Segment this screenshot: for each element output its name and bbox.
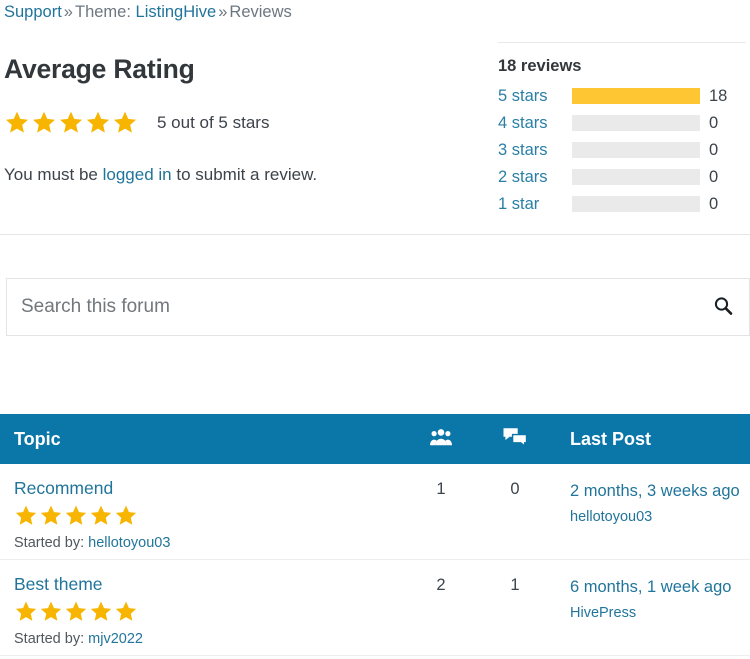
breadcrumb-separator-1: » — [63, 3, 73, 21]
table-body: Recommend Started by: hellotoyou03 1 0 2 mon… — [0, 464, 750, 656]
rating-bar-track — [572, 142, 700, 158]
login-notice: You must be logged in to submit a review… — [4, 162, 317, 187]
rating-bar-row: 5 stars 18 — [498, 85, 746, 107]
breadcrumb: Support» Theme: ListingHive» Reviews — [4, 0, 292, 24]
table-header-row: Topic Last Post — [0, 414, 750, 464]
rating-bar-count: 18 — [709, 87, 728, 105]
replies-count: 0 — [510, 480, 520, 498]
column-header-topic[interactable]: Topic — [0, 429, 404, 450]
topic-cell: Recommend Started by: hellotoyou03 — [0, 476, 404, 559]
star-icon — [90, 505, 112, 525]
rating-bar-count: 0 — [709, 114, 719, 132]
table-row: Best theme Started by: mjv2022 2 1 6 months,… — [0, 560, 750, 656]
last-post-time-link[interactable]: 2 months, 3 weeks ago — [570, 480, 750, 502]
topic-cell: Best theme Started by: mjv2022 — [0, 572, 404, 655]
star-icon — [5, 111, 29, 133]
breadcrumb-link-theme[interactable]: Theme: ListingHive — [75, 3, 216, 21]
comments-icon — [503, 427, 528, 452]
reviews-count-title: 18 reviews — [498, 57, 582, 75]
breadcrumb-link-support[interactable]: Support — [4, 3, 62, 21]
rating-bar-label-5[interactable]: 5 stars — [498, 85, 572, 107]
column-header-replies[interactable] — [478, 427, 552, 452]
breadcrumb-current: Reviews — [229, 3, 292, 21]
star-icon — [15, 601, 37, 621]
users-icon — [430, 428, 452, 451]
average-star-rating — [4, 110, 138, 135]
star-icon — [86, 111, 110, 133]
rating-bar-label-1[interactable]: 1 star — [498, 193, 572, 215]
topic-table: Topic Last Post Recommend Started by: he… — [0, 414, 750, 656]
table-row: Recommend Started by: hellotoyou03 1 0 2 mon… — [0, 464, 750, 560]
last-post-cell: 6 months, 1 week ago HivePress — [552, 572, 750, 655]
forum-search-box[interactable] — [6, 278, 750, 336]
rating-bar-fill — [572, 88, 700, 104]
voices-count: 2 — [436, 576, 446, 594]
voices-count: 1 — [436, 480, 446, 498]
page-title: Average Rating — [4, 54, 195, 84]
logged-in-link[interactable]: logged in — [103, 165, 172, 184]
column-header-last-post[interactable]: Last Post — [552, 429, 750, 450]
star-icon — [115, 601, 137, 621]
last-post-cell: 2 months, 3 weeks ago hellotoyou03 — [552, 476, 750, 559]
column-header-voices[interactable] — [404, 428, 478, 451]
star-icon — [59, 111, 83, 133]
search-input[interactable] — [7, 279, 705, 335]
star-icon — [32, 111, 56, 133]
topic-title-link[interactable]: Best theme — [14, 572, 404, 596]
rating-bar-row: 3 stars 0 — [498, 139, 746, 161]
topic-title-link[interactable]: Recommend — [14, 476, 404, 500]
last-post-author-link[interactable]: HivePress — [570, 603, 750, 623]
started-by-user-link[interactable]: hellotoyou03 — [88, 535, 170, 551]
started-by: Started by: mjv2022 — [14, 631, 143, 647]
breadcrumb-separator-2: » — [218, 3, 228, 21]
rating-bar-row: 2 stars 0 — [498, 166, 746, 188]
rating-bar-row: 4 stars 0 — [498, 112, 746, 134]
rating-bar-count: 0 — [709, 141, 719, 159]
rating-breakdown: 18 reviews 5 stars 18 4 stars 0 3 stars 0 2 st… — [498, 42, 746, 220]
last-post-author-link[interactable]: hellotoyou03 — [570, 507, 750, 527]
average-rating-text: 5 out of 5 stars — [157, 113, 270, 132]
search-submit-button[interactable] — [705, 279, 749, 335]
rating-bar-track — [572, 196, 700, 212]
star-icon — [65, 505, 87, 525]
started-by: Started by: hellotoyou03 — [14, 535, 171, 551]
last-post-time-link[interactable]: 6 months, 1 week ago — [570, 576, 750, 598]
star-icon — [40, 601, 62, 621]
average-rating-row: 5 out of 5 stars — [4, 110, 269, 135]
login-notice-prefix: You must be — [4, 165, 103, 184]
rating-bar-count: 0 — [709, 168, 719, 186]
rating-bar-track — [572, 88, 700, 104]
replies-count: 1 — [510, 576, 520, 594]
rating-bar-label-2[interactable]: 2 stars — [498, 166, 572, 188]
star-icon — [40, 505, 62, 525]
login-notice-suffix: to submit a review. — [171, 165, 318, 184]
star-icon — [90, 601, 112, 621]
rating-bar-track — [572, 169, 700, 185]
rating-bar-row: 1 star 0 — [498, 193, 746, 215]
star-icon — [15, 505, 37, 525]
rating-bar-list: 5 stars 18 4 stars 0 3 stars 0 2 stars 0 1 star 0 — [498, 85, 746, 215]
section-divider — [0, 234, 750, 235]
rating-bar-label-3[interactable]: 3 stars — [498, 139, 572, 161]
topic-star-rating — [14, 504, 404, 527]
star-icon — [113, 111, 137, 133]
star-icon — [65, 601, 87, 621]
rating-bar-count: 0 — [709, 195, 719, 213]
search-icon — [713, 296, 733, 319]
topic-star-rating — [14, 600, 404, 623]
star-icon — [115, 505, 137, 525]
breadcrumb-theme-name[interactable]: ListingHive — [136, 3, 217, 21]
started-by-user-link[interactable]: mjv2022 — [88, 631, 143, 647]
rating-bar-track — [572, 115, 700, 131]
rating-bar-label-4[interactable]: 4 stars — [498, 112, 572, 134]
